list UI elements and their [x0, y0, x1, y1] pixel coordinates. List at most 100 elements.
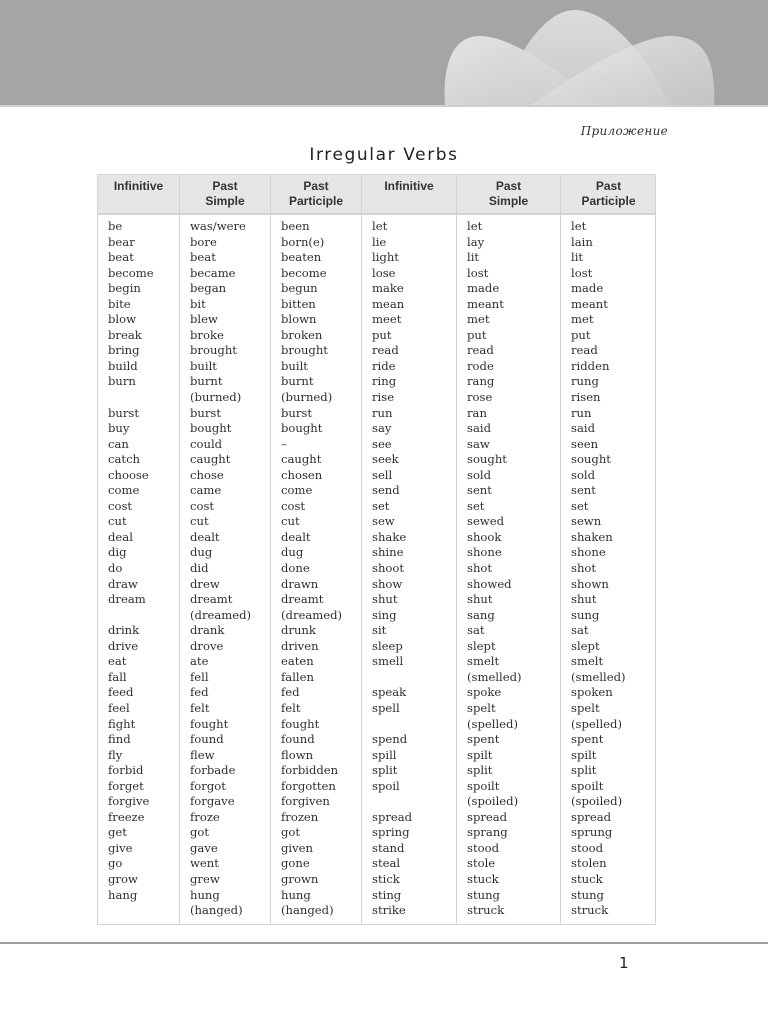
table-cell: spoil: [372, 778, 400, 793]
table-cell: fly: [108, 747, 123, 762]
table-cell: rise: [372, 390, 395, 405]
table-cell: shut: [467, 592, 493, 607]
table-cell: (spoiled): [571, 794, 623, 809]
table-cell: (hanged): [190, 903, 243, 918]
table-cell: spoke: [467, 685, 502, 700]
table-cell: sell: [372, 467, 393, 482]
table-cell: sewed: [467, 514, 505, 529]
table-cell: dug: [281, 545, 304, 560]
table-cell: burnt: [281, 374, 314, 389]
table-cell: (hanged): [281, 903, 334, 918]
table-cell: shut: [571, 592, 597, 607]
table-cell: (smelled): [571, 669, 626, 684]
table-cell: deal: [108, 529, 133, 544]
table-cell: meet: [372, 312, 402, 327]
table-cell: stolen: [571, 856, 607, 871]
table-cell: dealt: [281, 529, 311, 544]
table-cell: said: [571, 421, 595, 436]
table-cell: born(e): [281, 234, 325, 249]
table-cell: lain: [571, 234, 593, 249]
table-cell: seek: [372, 452, 399, 467]
column-divider: [361, 175, 362, 924]
table-cell: fight: [108, 716, 136, 731]
table-cell: sent: [467, 483, 492, 498]
header-text: Simple: [205, 194, 245, 208]
table-cell: spelt: [467, 700, 496, 715]
table-cell: shake: [372, 529, 407, 544]
table-cell: spoilt: [467, 778, 500, 793]
table-cell: spent: [571, 732, 604, 747]
table-cell: bitten: [281, 296, 316, 311]
table-cell: met: [571, 312, 594, 327]
table-cell: came: [190, 483, 222, 498]
table-cell: mean: [372, 296, 405, 311]
table-cell: risen: [571, 390, 601, 405]
table-cell: beat: [190, 250, 216, 265]
table-cell: rode: [467, 358, 494, 373]
table-cell: [108, 608, 154, 624]
table-cell: go: [108, 856, 123, 871]
table-cell: burn: [108, 374, 136, 389]
table-cell: struck: [467, 903, 505, 918]
table-cell: stuck: [467, 871, 499, 886]
table-cell: find: [108, 732, 131, 747]
table-cell: forbade: [190, 763, 236, 778]
table-cell: burst: [190, 405, 222, 420]
table-cell: fed: [281, 685, 300, 700]
table-cell: fell: [190, 669, 209, 684]
table-cell: dug: [190, 545, 213, 560]
table-cell: stand: [372, 840, 405, 855]
table-cell: brought: [190, 343, 237, 358]
table-cell: read: [372, 343, 399, 358]
table-cell: lost: [571, 265, 593, 280]
table-cell: got: [281, 825, 301, 840]
table-cell: sleep: [372, 638, 403, 653]
table-cell: given: [281, 840, 314, 855]
table-cell: driven: [281, 638, 319, 653]
table-cell: beat: [108, 250, 134, 265]
table-cell: sent: [571, 483, 596, 498]
table-cell: split: [467, 763, 493, 778]
table-cell: send: [372, 483, 400, 498]
table-cell: lit: [467, 250, 480, 265]
table-cell: found: [190, 732, 224, 747]
header-text: Simple: [488, 194, 529, 208]
irregular-verbs-table: Infinitive Past Simple Past Participle I…: [97, 174, 656, 925]
table-cell: (burned): [190, 390, 242, 405]
table-cell: stung: [467, 887, 500, 902]
table-cell: shook: [467, 529, 502, 544]
table-cell: spill: [372, 747, 397, 762]
table-cell: bought: [281, 421, 323, 436]
table-cell: rung: [571, 374, 599, 389]
table-cell: forget: [108, 778, 144, 793]
table-cell: gone: [281, 856, 310, 871]
table-cell: put: [571, 327, 591, 342]
table-cell: dig: [108, 545, 127, 560]
table-cell: cut: [281, 514, 300, 529]
table-cell: feel: [108, 700, 130, 715]
table-cell: drawn: [281, 576, 319, 591]
table-cell: cost: [190, 498, 215, 513]
table-cell: lay: [467, 234, 485, 249]
table-cell: choose: [108, 467, 149, 482]
column-divider: [456, 175, 457, 924]
table-cell: put: [372, 327, 392, 342]
page-number: 1: [619, 954, 629, 972]
table-cell: sold: [571, 467, 596, 482]
table-cell: spoilt: [571, 778, 604, 793]
table-cell: steal: [372, 856, 401, 871]
table-cell: sew: [372, 514, 395, 529]
header-past-participle-right: Past Participle: [561, 179, 656, 209]
table-cell: dreamt: [190, 592, 233, 607]
table-cell: (burned): [281, 390, 333, 405]
column-divider: [179, 175, 180, 924]
table-cell: caught: [281, 452, 322, 467]
table-cell: forgotten: [281, 778, 336, 793]
header-text: Participle: [288, 194, 344, 208]
table-cell: found: [281, 732, 315, 747]
table-cell: showed: [467, 576, 512, 591]
table-cell: beaten: [281, 250, 322, 265]
table-cell: see: [372, 436, 392, 451]
table-cell: sung: [571, 607, 600, 622]
table-cell: spring: [372, 825, 410, 840]
